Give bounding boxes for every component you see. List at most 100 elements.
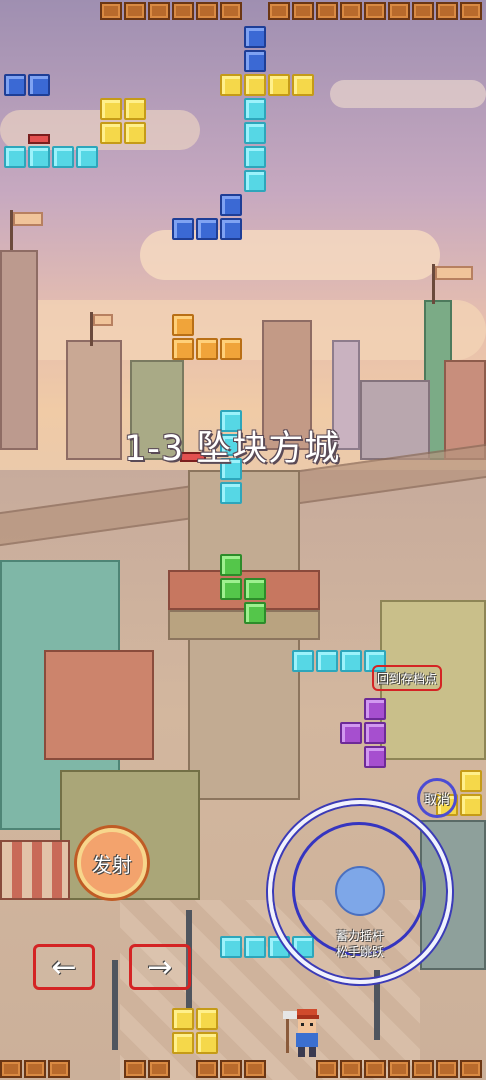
brick-block [0,1060,22,1078]
cyan-block [4,146,26,168]
brick-block [316,2,338,20]
cyan-block [292,650,314,672]
cyan-block [220,482,242,504]
background-building [360,380,430,460]
brick-block [340,1060,362,1078]
cyan-block [220,936,242,958]
purple-block [364,746,386,768]
blue-block [172,218,194,240]
brick-block [460,1060,482,1078]
blue-block [244,26,266,48]
cyan-block [316,650,338,672]
brick-block [196,2,218,20]
purple-block [364,698,386,720]
street-lamp [112,960,118,1050]
orange-block [220,338,242,360]
yellow-block [460,770,482,792]
cyan-block [340,650,362,672]
orange-block [196,338,218,360]
brick-block [148,1060,170,1078]
brick-block [388,1060,410,1078]
cyan-block [28,146,50,168]
player-character-icon [283,1009,319,1057]
cyan-block [76,146,98,168]
brick-block [412,1060,434,1078]
brick-block [364,1060,386,1078]
yellow-block [172,1008,194,1030]
fire-button[interactable]: 发射 [77,828,147,898]
cyan-block [244,98,266,120]
return-to-checkpoint-button[interactable]: 回到存档点 [372,665,442,691]
left-brick-building [44,650,154,760]
brick-block [292,2,314,20]
cloud-band [330,80,486,108]
orange-block [172,338,194,360]
move-left-button[interactable]: ← [33,944,95,990]
yellow-block [172,1032,194,1054]
background-building [66,340,122,460]
brick-block [316,1060,338,1078]
brick-block [412,2,434,20]
joystick-knob[interactable] [335,866,385,916]
yellow-block [220,74,242,96]
brick-block [100,2,122,20]
checkpoint-flag-icon [93,314,113,326]
blue-block [244,50,266,72]
checkpoint-flag-icon [13,212,43,226]
cyan-block [52,146,74,168]
purple-block [340,722,362,744]
brick-block [436,1060,458,1078]
brick-block [268,2,290,20]
brick-block [148,2,170,20]
orange-block [172,314,194,336]
brick-block [172,2,194,20]
brick-block [124,2,146,20]
blue-block [220,194,242,216]
right-arrow-icon: → [147,949,173,985]
cancel-button[interactable]: 取消 [417,778,457,818]
brick-block [220,2,242,20]
brick-block [48,1060,70,1078]
green-block [220,554,242,576]
yellow-block [268,74,290,96]
brick-block [340,2,362,20]
yellow-block [124,98,146,120]
yellow-block [196,1008,218,1030]
green-block [244,602,266,624]
yellow-block [460,794,482,816]
yellow-block [244,74,266,96]
yellow-block [100,98,122,120]
shop-awning [0,840,70,900]
brick-block [196,1060,218,1078]
brick-block [388,2,410,20]
cyan-block [244,936,266,958]
green-block [244,578,266,600]
brick-block [364,2,386,20]
yellow-block [196,1032,218,1054]
brick-block [220,1060,242,1078]
cyan-block [244,122,266,144]
yellow-block [292,74,314,96]
brick-block [124,1060,146,1078]
yellow-block [100,122,122,144]
blue-block [28,74,50,96]
level-title: 1-3 坠块方城 [124,429,341,469]
spring-pad-icon [28,134,50,144]
checkpoint-flag-icon [435,266,473,280]
blue-block [196,218,218,240]
purple-block [364,722,386,744]
brick-block [436,2,458,20]
cyan-block [244,146,266,168]
blue-block [220,218,242,240]
joystick-hint-line2: 松手跳跃 [335,945,384,959]
left-arrow-icon: ← [51,949,77,985]
green-block [220,578,242,600]
background-building [0,250,38,450]
blue-block [4,74,26,96]
move-right-button[interactable]: → [129,944,191,990]
joystick-hint: 蓄力摇杆 松手跳跃 [318,928,402,960]
brick-block [24,1060,46,1078]
yellow-block [124,122,146,144]
joystick-hint-line1: 蓄力摇杆 [335,929,384,943]
brick-block [244,1060,266,1078]
